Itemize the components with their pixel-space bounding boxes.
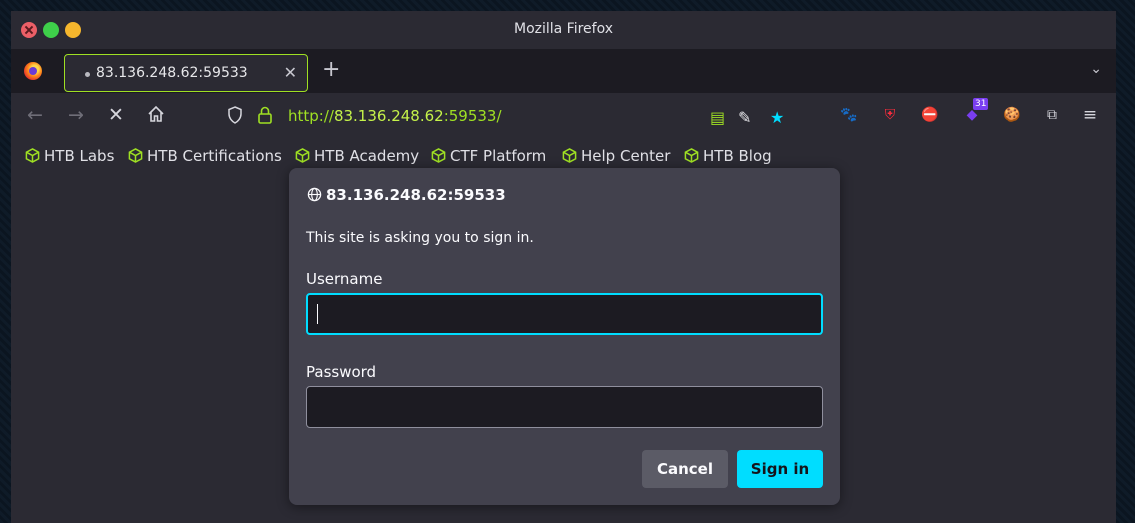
title-bar: Mozilla Firefox bbox=[11, 11, 1116, 49]
bookmark-htb-labs[interactable]: HTB Labs bbox=[25, 147, 114, 165]
bookmark-label: HTB Academy bbox=[314, 147, 420, 165]
lock-icon[interactable] bbox=[257, 106, 273, 124]
htb-cube-icon bbox=[25, 148, 40, 163]
dialog-host-text: 83.136.248.62:59533 bbox=[326, 186, 506, 204]
tab-active[interactable]: 83.136.248.62:59533 ✕ bbox=[64, 54, 308, 92]
bookmark-ctf-platform[interactable]: CTF Platform bbox=[431, 147, 546, 165]
bookmark-label: HTB Certifications bbox=[147, 147, 282, 165]
extension-weasel-icon[interactable]: 🐾 bbox=[838, 104, 860, 126]
tab-close-icon[interactable]: ✕ bbox=[284, 63, 297, 82]
cookie-icon[interactable]: 🍪 bbox=[1001, 104, 1023, 126]
bookmark-htb-academy[interactable]: HTB Academy bbox=[295, 147, 419, 165]
url-scheme: http:// bbox=[288, 107, 334, 125]
bookmark-htb-certifications[interactable]: HTB Certifications bbox=[128, 147, 282, 165]
tab-loading-dot-icon bbox=[85, 72, 90, 77]
list-all-tabs-chevron-icon[interactable]: ⌄ bbox=[1090, 61, 1102, 77]
bookmark-htb-blog[interactable]: HTB Blog bbox=[684, 147, 772, 165]
browser-window: Mozilla Firefox 83.136.248.62:59533 ✕ + … bbox=[11, 11, 1116, 523]
password-input[interactable] bbox=[306, 386, 823, 428]
username-label: Username bbox=[306, 270, 383, 288]
htb-cube-icon bbox=[562, 148, 577, 163]
hamburger-menu-icon[interactable]: ≡ bbox=[1079, 104, 1101, 126]
url-port-path: :59533/ bbox=[443, 107, 502, 125]
text-caret bbox=[317, 304, 318, 324]
dialog-host: 83.136.248.62:59533 bbox=[307, 186, 506, 204]
home-icon[interactable] bbox=[146, 104, 166, 129]
stop-loading-icon[interactable]: ✕ bbox=[108, 104, 124, 126]
username-input[interactable] bbox=[306, 293, 823, 335]
navigation-toolbar: ← → ✕ http://83.136.248.62:59533/ ▤ ✎ ★ … bbox=[11, 93, 1116, 139]
reader-view-icon[interactable]: ▤ bbox=[710, 108, 725, 127]
window-title: Mozilla Firefox bbox=[513, 21, 614, 37]
url-text[interactable]: http://83.136.248.62:59533/ bbox=[288, 107, 502, 125]
forward-arrow-icon[interactable]: → bbox=[68, 104, 84, 126]
cancel-button[interactable]: Cancel bbox=[642, 450, 728, 488]
url-bar[interactable]: http://83.136.248.62:59533/ ▤ ✎ ★ bbox=[222, 100, 802, 132]
auth-dialog: 83.136.248.62:59533 This site is asking … bbox=[289, 168, 840, 505]
bookmark-star-icon[interactable]: ★ bbox=[770, 108, 784, 127]
tab-bar: 83.136.248.62:59533 ✕ + ⌄ bbox=[11, 49, 1116, 93]
extensions-puzzle-icon[interactable]: ⧉ bbox=[1041, 104, 1063, 126]
tab-label: 83.136.248.62:59533 bbox=[96, 65, 248, 81]
new-tab-button[interactable]: + bbox=[322, 57, 340, 82]
password-label: Password bbox=[306, 363, 377, 381]
firefox-logo-icon bbox=[24, 62, 42, 80]
url-host: 83.136.248.62 bbox=[333, 107, 444, 125]
back-arrow-icon[interactable]: ← bbox=[27, 104, 43, 126]
screenshot-icon[interactable]: ✎ bbox=[738, 108, 751, 127]
bookmark-label: CTF Platform bbox=[450, 147, 547, 165]
bookmark-label: HTB Blog bbox=[703, 147, 772, 165]
htb-cube-icon bbox=[128, 148, 143, 163]
htb-cube-icon bbox=[684, 148, 699, 163]
dialog-message: This site is asking you to sign in. bbox=[306, 230, 534, 246]
sign-in-button[interactable]: Sign in bbox=[737, 450, 823, 488]
htb-cube-icon bbox=[295, 148, 310, 163]
bookmark-help-center[interactable]: Help Center bbox=[562, 147, 670, 165]
username-field-wrapper bbox=[289, 293, 840, 335]
bookmark-label: Help Center bbox=[581, 147, 671, 165]
tracking-protection-shield-icon[interactable] bbox=[227, 106, 243, 124]
ublock-origin-icon[interactable]: ⛨ bbox=[879, 104, 901, 126]
htb-cube-icon bbox=[431, 148, 446, 163]
extension-counter-icon[interactable]: ◆ 31 bbox=[961, 98, 989, 126]
globe-icon bbox=[307, 187, 322, 202]
bookmark-label: HTB Labs bbox=[44, 147, 115, 165]
extension-badge-count: 31 bbox=[973, 98, 989, 110]
extension-badge-icon[interactable]: ⛔ bbox=[919, 104, 941, 126]
